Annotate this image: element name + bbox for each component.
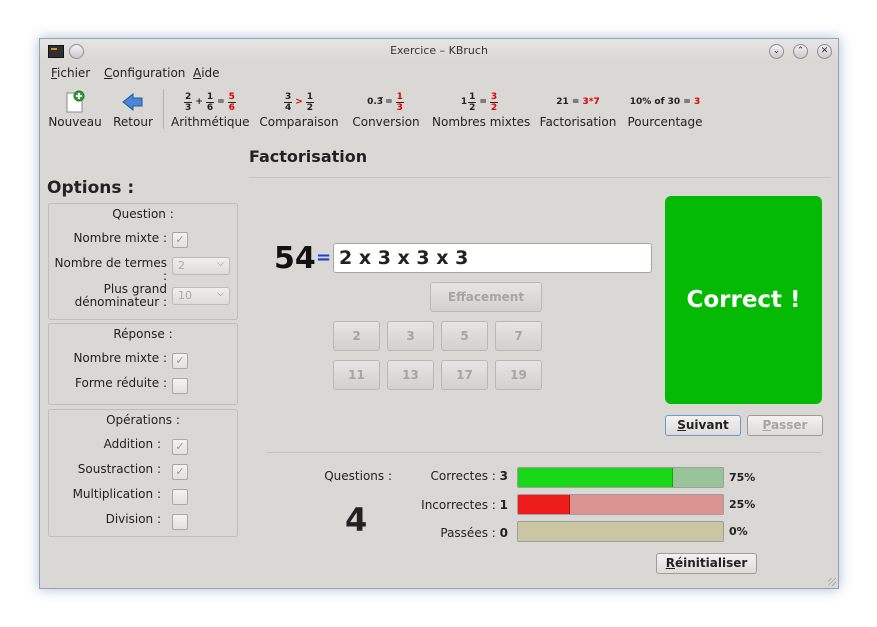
menu-configuration[interactable]: Configuration [104, 66, 185, 80]
answer-options-group: Réponse : Nombre mixte : ✓ Forme réduite… [48, 323, 238, 405]
prime-3-button[interactable]: 3 [387, 321, 434, 351]
answer-mixed-checkbox[interactable]: ✓ [172, 353, 188, 369]
prime-13-button[interactable]: 13 [387, 360, 434, 390]
toolbar: Nouveau Retour 23 + 16 = 56 Arithmétique… [40, 85, 838, 133]
maximize-button[interactable]: ⌃ [793, 44, 808, 59]
checkmark-icon: ✓ [175, 233, 185, 246]
checkmark-icon: ✓ [175, 354, 185, 367]
reduced-form-checkbox[interactable] [172, 378, 188, 394]
conversion-button[interactable]: 0.3̅ = 13 Conversion [350, 85, 422, 133]
comparaison-button[interactable]: 34 > 12 Comparaison [258, 85, 340, 133]
operations-options-group: Opérations : Addition : ✓ Soustraction :… [48, 409, 238, 537]
multiplication-checkbox[interactable] [172, 489, 188, 505]
clear-button[interactable]: Effacement [430, 282, 542, 312]
prime-17-button[interactable]: 17 [441, 360, 488, 390]
next-button[interactable]: Suivant [665, 415, 741, 436]
subtraction-checkbox[interactable]: ✓ [172, 464, 188, 480]
checkmark-icon: ✓ [175, 465, 185, 478]
correct-bar-fill [518, 468, 673, 487]
menu-aide[interactable]: Aide [193, 66, 220, 80]
retour-button[interactable]: Retour [108, 85, 158, 133]
factorisation-button[interactable]: 21 = 3*7 Factorisation [538, 85, 618, 133]
questions-label: Questions : [324, 469, 392, 483]
correct-percent: 75% [729, 471, 756, 484]
correct-label: Correctes : 3 [430, 469, 508, 483]
skip-button[interactable]: Passer [747, 415, 823, 436]
questions-count: 4 [345, 501, 368, 539]
answer-input[interactable]: 2 x 3 x 3 x 3 [333, 243, 652, 273]
options-title: Options : [47, 178, 135, 198]
heading-divider [249, 177, 831, 178]
reset-button[interactable]: Réinitialiser [656, 553, 757, 574]
skipped-progress-bar [517, 521, 724, 542]
task-number: 54 [274, 241, 316, 276]
terms-count-select[interactable]: 2 ⌵ [172, 257, 230, 275]
percentage-icon: 10% of 30 = 3 [629, 97, 701, 107]
exercise-heading: Factorisation [249, 147, 368, 166]
close-icon: ✕ [820, 46, 829, 56]
nouveau-button[interactable]: Nouveau [48, 85, 102, 133]
close-button[interactable]: ✕ [817, 44, 832, 59]
factorisation-icon: 21 = 3*7 [556, 97, 600, 107]
resize-grip[interactable] [828, 578, 836, 586]
back-arrow-icon [108, 89, 158, 115]
comparison-icon: 34 > 12 [283, 91, 315, 113]
nombres-mixtes-button[interactable]: 1 12 = 32 Nombres mixtes [432, 85, 530, 133]
prime-19-button[interactable]: 19 [495, 360, 542, 390]
chevron-down-icon: ⌵ [217, 289, 224, 299]
incorrect-progress-bar [517, 494, 724, 515]
prime-7-button[interactable]: 7 [495, 321, 542, 351]
division-checkbox[interactable] [172, 514, 188, 530]
mixed-numbers-icon: 1 12 = 32 [460, 91, 499, 113]
chevron-up-icon: ⌃ [796, 46, 805, 56]
chevron-down-icon: ⌵ [217, 259, 224, 269]
checkmark-icon: ✓ [175, 440, 185, 453]
minimize-button[interactable]: ⌄ [769, 44, 784, 59]
prime-2-button[interactable]: 2 [333, 321, 380, 351]
new-document-icon [48, 89, 102, 115]
stats-divider [267, 452, 821, 453]
incorrect-percent: 25% [729, 498, 756, 511]
question-mixed-checkbox[interactable]: ✓ [172, 232, 188, 248]
skipped-label: Passées : 0 [440, 526, 508, 540]
incorrect-label: Incorrectes : 1 [421, 498, 508, 512]
skipped-percent: 0% [729, 525, 748, 538]
title-bar: Exercice – KBruch ⌄ ⌃ ✕ [40, 39, 838, 63]
chevron-down-icon: ⌄ [772, 46, 781, 56]
arithmetic-icon: 23 + 16 = 56 [184, 91, 236, 113]
app-window: Exercice – KBruch ⌄ ⌃ ✕ Fichier Configur… [39, 38, 839, 589]
result-panel: Correct ! [665, 196, 822, 404]
menu-fichier[interactable]: Fichier [51, 66, 90, 80]
menu-bar: Fichier Configuration Aide [40, 65, 838, 83]
equals-sign: = [316, 247, 332, 268]
conversion-icon: 0.3̅ = 13 [367, 91, 404, 113]
arithmetique-button[interactable]: 23 + 16 = 56 Arithmétique [171, 85, 250, 133]
incorrect-bar-fill [518, 495, 571, 514]
question-options-group: Question : Nombre mixte : ✓ Nombre de te… [48, 203, 238, 320]
max-denominator-select[interactable]: 10 ⌵ [172, 287, 230, 305]
window-title: Exercice – KBruch [390, 44, 488, 57]
prime-11-button[interactable]: 11 [333, 360, 380, 390]
prime-5-button[interactable]: 5 [441, 321, 488, 351]
addition-checkbox[interactable]: ✓ [172, 439, 188, 455]
toolbar-separator [163, 89, 164, 129]
correct-progress-bar [517, 467, 724, 488]
pourcentage-button[interactable]: 10% of 30 = 3 Pourcentage [626, 85, 704, 133]
